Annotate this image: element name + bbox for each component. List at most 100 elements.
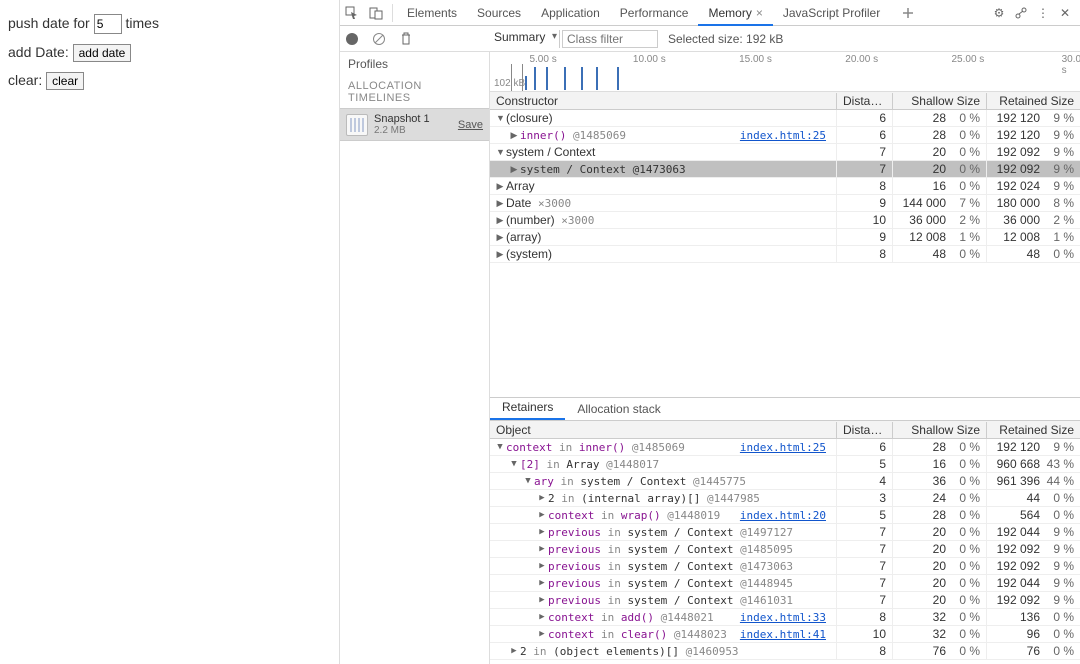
- table-row[interactable]: context in clear() @1448023index.html:41…: [490, 626, 1080, 643]
- device-toggle-icon[interactable]: [364, 1, 388, 25]
- cell-distance: 7: [836, 592, 892, 608]
- add-tab-icon[interactable]: [896, 1, 920, 25]
- disclosure-triangle-icon[interactable]: [496, 147, 504, 157]
- col-shallow[interactable]: Shallow Size: [892, 93, 986, 109]
- view-dropdown[interactable]: Summary: [490, 30, 560, 48]
- clear-button[interactable]: clear: [46, 72, 84, 90]
- disclosure-triangle-icon[interactable]: [538, 561, 546, 571]
- disclosure-triangle-icon[interactable]: [496, 249, 504, 260]
- tab-sources[interactable]: Sources: [467, 0, 531, 26]
- source-link[interactable]: index.html:41: [740, 628, 830, 641]
- source-link[interactable]: index.html:33: [740, 611, 830, 624]
- table-row[interactable]: system / Context @14730637200 %192 0929 …: [490, 161, 1080, 178]
- disclosure-triangle-icon[interactable]: [496, 232, 504, 243]
- trash-icon[interactable]: [400, 32, 412, 46]
- col-shallow-2[interactable]: Shallow Size: [892, 422, 986, 438]
- snapshot-save-link[interactable]: Save: [458, 119, 483, 131]
- disclosure-triangle-icon[interactable]: [496, 181, 504, 192]
- disclosure-triangle-icon[interactable]: [510, 459, 518, 469]
- table-row[interactable]: inner() @1485069index.html:256280 %192 1…: [490, 127, 1080, 144]
- col-retained-2[interactable]: Retained Size: [986, 422, 1080, 438]
- selection-left[interactable]: [511, 64, 512, 91]
- tab-memory[interactable]: Memory×: [698, 0, 772, 26]
- disclosure-triangle-icon[interactable]: [510, 646, 518, 656]
- table-row[interactable]: previous in system / Context @1497127720…: [490, 524, 1080, 541]
- col-distance-2[interactable]: Distance: [836, 422, 892, 438]
- disclosure-triangle-icon[interactable]: [538, 595, 546, 605]
- cell-shallow: 200 %: [892, 592, 986, 608]
- snapshot-item[interactable]: Snapshot 1 2.2 MB Save: [340, 108, 489, 141]
- table-row[interactable]: previous in system / Context @1461031720…: [490, 592, 1080, 609]
- disclosure-triangle-icon[interactable]: [538, 629, 546, 639]
- disclosure-triangle-icon[interactable]: [496, 442, 504, 452]
- source-link[interactable]: index.html:25: [740, 441, 830, 454]
- table-row[interactable]: 2 in (internal array)[] @14479853240 %44…: [490, 490, 1080, 507]
- close-tab-icon[interactable]: ×: [756, 6, 763, 20]
- table-row[interactable]: context in wrap() @1448019index.html:205…: [490, 507, 1080, 524]
- disclosure-triangle-icon[interactable]: [538, 493, 546, 503]
- timeline-bar: [581, 67, 583, 90]
- stop-icon[interactable]: [372, 32, 386, 46]
- push-times-input[interactable]: [94, 14, 122, 34]
- disclosure-triangle-icon[interactable]: [524, 476, 532, 486]
- cell-distance: 7: [836, 558, 892, 574]
- disclosure-triangle-icon[interactable]: [538, 578, 546, 588]
- disclosure-triangle-icon[interactable]: [538, 510, 546, 520]
- cell-distance: 6: [836, 439, 892, 455]
- table-row[interactable]: Array8160 %192 0249 %: [490, 178, 1080, 195]
- disclosure-triangle-icon[interactable]: [538, 544, 546, 554]
- table-row[interactable]: previous in system / Context @1448945720…: [490, 575, 1080, 592]
- kebab-icon[interactable]: ⋮: [1032, 1, 1054, 25]
- close-devtools-icon[interactable]: ✕: [1054, 1, 1076, 25]
- disclosure-triangle-icon[interactable]: [510, 130, 518, 141]
- col-object[interactable]: Object: [490, 422, 836, 438]
- disclosure-triangle-icon[interactable]: [510, 164, 518, 175]
- col-constructor[interactable]: Constructor: [490, 93, 836, 109]
- table-row[interactable]: (system)8480 %480 %: [490, 246, 1080, 263]
- allocation-timeline[interactable]: 5.00 s10.00 s15.00 s20.00 s25.00 s30.00 …: [490, 52, 1080, 92]
- table-row[interactable]: (closure)6280 %192 1209 %: [490, 110, 1080, 127]
- record-icon[interactable]: [346, 33, 358, 45]
- tab-javascript-profiler[interactable]: JavaScript Profiler: [773, 0, 890, 26]
- table-row[interactable]: ary in system / Context @14457754360 %96…: [490, 473, 1080, 490]
- disclosure-triangle-icon[interactable]: [538, 612, 546, 622]
- constructor-table-header: Constructor Distance Shallow Size Retain…: [490, 92, 1080, 110]
- table-row[interactable]: (number) ×30001036 0002 %36 0002 %: [490, 212, 1080, 229]
- table-row[interactable]: Date ×30009144 0007 %180 0008 %: [490, 195, 1080, 212]
- table-row[interactable]: context in inner() @1485069index.html:25…: [490, 439, 1080, 456]
- disclosure-triangle-icon[interactable]: [496, 113, 504, 123]
- table-row[interactable]: previous in system / Context @1485095720…: [490, 541, 1080, 558]
- retainers-table[interactable]: context in inner() @1485069index.html:25…: [490, 439, 1080, 664]
- cell-shallow: 160 %: [892, 178, 986, 194]
- selection-right[interactable]: [522, 64, 523, 91]
- table-row[interactable]: [2] in Array @14480175160 %960 66843 %: [490, 456, 1080, 473]
- add-date-button[interactable]: add date: [73, 44, 132, 62]
- class-filter-input[interactable]: [562, 30, 658, 48]
- gear-icon[interactable]: ⚙: [988, 1, 1010, 25]
- tab-application[interactable]: Application: [531, 0, 610, 26]
- disclosure-triangle-icon[interactable]: [496, 198, 504, 209]
- tab-elements[interactable]: Elements: [397, 0, 467, 26]
- table-row[interactable]: system / Context7200 %192 0929 %: [490, 144, 1080, 161]
- table-row[interactable]: previous in system / Context @1473063720…: [490, 558, 1080, 575]
- constructor-table[interactable]: (closure)6280 %192 1209 %inner() @148506…: [490, 110, 1080, 397]
- disclosure-triangle-icon[interactable]: [496, 215, 504, 226]
- source-link[interactable]: index.html:25: [740, 129, 830, 142]
- row-label: context in add() @1448021: [548, 611, 714, 624]
- disclosure-triangle-icon[interactable]: [538, 527, 546, 537]
- row-label: 2 in (internal array)[] @1447985: [548, 492, 760, 505]
- table-row[interactable]: context in add() @1448021index.html:3383…: [490, 609, 1080, 626]
- tab-performance[interactable]: Performance: [610, 0, 699, 26]
- tab-retainers[interactable]: Retainers: [490, 396, 565, 420]
- source-link[interactable]: index.html:20: [740, 509, 830, 522]
- tab-allocation-stack[interactable]: Allocation stack: [565, 398, 672, 420]
- inspect-icon[interactable]: [340, 1, 364, 25]
- col-retained[interactable]: Retained Size: [986, 93, 1080, 109]
- table-row[interactable]: 2 in (object elements)[] @14609538760 %7…: [490, 643, 1080, 660]
- animation-icon[interactable]: [1010, 1, 1032, 25]
- cell-retained: 192 0929 %: [986, 558, 1080, 574]
- table-row[interactable]: (array)912 0081 %12 0081 %: [490, 229, 1080, 246]
- row-label: previous in system / Context @1497127: [548, 526, 793, 539]
- col-distance[interactable]: Distance: [836, 93, 892, 109]
- cell-distance: 10: [836, 212, 892, 228]
